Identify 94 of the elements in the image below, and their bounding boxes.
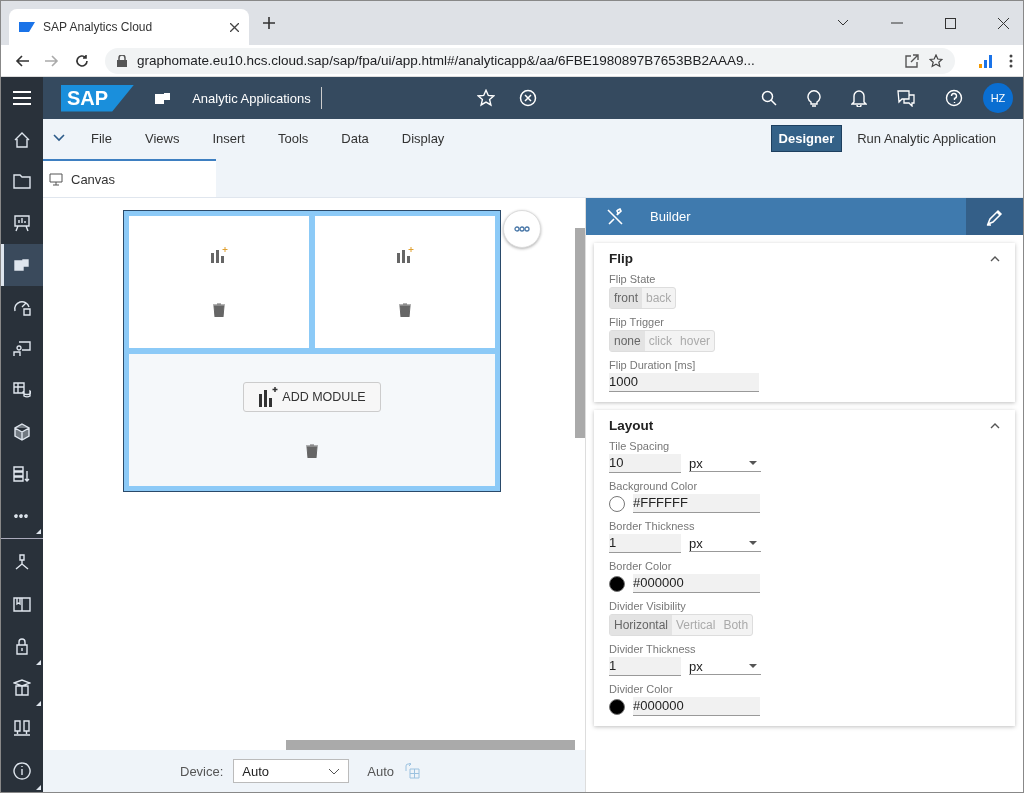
favorite-star-icon[interactable] — [476, 89, 495, 107]
segment-option[interactable]: none — [610, 331, 645, 351]
menu-icon[interactable] — [1009, 53, 1013, 68]
section-title: Flip — [609, 251, 633, 266]
close-icon[interactable] — [998, 17, 1009, 29]
chat-icon[interactable] — [897, 89, 915, 107]
dropdown-arrow-icon — [749, 541, 757, 545]
input-field[interactable]: #FFFFFF — [633, 494, 760, 513]
field-label: Border Thickness — [609, 520, 696, 532]
add-module-button[interactable]: ADD MODULE — [243, 382, 381, 412]
url-text: graphomate.eu10.hcs.cloud.sap/sap/fpa/ui/app.html#/analyticapp&/aa/6FBE1980897B7653BB2AAA9... — [137, 53, 755, 68]
search-icon[interactable] — [761, 90, 777, 106]
field-label: Flip Duration [ms] — [609, 359, 697, 371]
tools-icon — [606, 207, 624, 226]
new-tab-icon[interactable] — [263, 17, 275, 29]
app-nav-icon[interactable] — [1, 244, 43, 286]
add-chart-icon — [258, 387, 279, 407]
reload-icon[interactable] — [75, 53, 89, 68]
color-swatch[interactable] — [609, 495, 625, 512]
bookmark-star-icon[interactable] — [929, 53, 943, 68]
color-swatch[interactable] — [609, 698, 625, 715]
builder-header: Builder — [586, 198, 966, 235]
dropdown-arrow-icon — [749, 664, 757, 668]
back-arrow-icon[interactable] — [15, 54, 29, 67]
unit-dropdown[interactable]: px — [689, 535, 761, 552]
cloud-logo-icon — [19, 22, 35, 32]
dropdown-arrow-icon — [749, 461, 757, 465]
chevron-icon[interactable] — [990, 255, 1000, 262]
menu-item[interactable]: File — [91, 130, 112, 146]
trash-icon[interactable] — [213, 303, 225, 317]
input-field[interactable]: #000000 — [633, 574, 760, 593]
menu-item[interactable]: Insert — [212, 130, 245, 146]
monitor-icon — [49, 172, 63, 186]
field-label: Flip Trigger — [609, 316, 666, 328]
share-icon[interactable] — [905, 53, 919, 68]
chevron-down-icon — [328, 767, 341, 775]
menu-item[interactable]: Views — [144, 130, 180, 146]
input-field[interactable]: 10 — [609, 454, 681, 473]
device-label: Device: — [180, 763, 224, 779]
trash-icon[interactable] — [399, 303, 411, 317]
browser-tab[interactable]: SAP Analytics Cloud — [9, 9, 249, 45]
menu-item[interactable]: Data — [341, 130, 369, 146]
field-label: Divider Visibility — [609, 600, 687, 612]
styling-tab[interactable] — [966, 198, 1023, 235]
trash-icon[interactable] — [306, 444, 318, 458]
bell-icon[interactable] — [851, 89, 867, 107]
scrollbar[interactable] — [575, 228, 585, 438]
input-field[interactable]: 1 — [609, 534, 681, 553]
tile[interactable] — [315, 216, 495, 348]
section-title: Layout — [609, 418, 654, 433]
field-label: Divider Color — [609, 683, 674, 695]
menu-item[interactable]: Tools — [277, 130, 309, 146]
unit-dropdown[interactable]: px — [689, 455, 761, 472]
help-icon[interactable] — [945, 89, 963, 107]
device-dropdown[interactable]: Auto — [233, 759, 350, 783]
segment-option[interactable]: Horizontal — [610, 615, 673, 635]
unit-dropdown[interactable]: px — [689, 658, 761, 675]
close-icon[interactable] — [230, 22, 239, 32]
field-label: Background Color — [609, 480, 699, 492]
mode-button[interactable]: Run Analytic Application — [850, 125, 1003, 151]
tile-container[interactable]: ADD MODULE — [123, 210, 501, 492]
lock-icon — [117, 54, 127, 67]
add-chart-icon[interactable] — [210, 247, 228, 263]
more-options-button[interactable] — [503, 210, 541, 248]
address-bar[interactable]: graphomate.eu10.hcs.cloud.sap/sap/fpa/ui/app.html#/analyticapp&/aa/6FBE1980897B7653BB2AAA9... — [105, 47, 955, 74]
canvas-tab[interactable]: Canvas — [43, 159, 216, 197]
lightbulb-icon[interactable] — [807, 89, 821, 107]
user-avatar[interactable]: HZ — [983, 83, 1013, 113]
tile[interactable] — [129, 216, 309, 348]
tab-title: SAP Analytics Cloud — [43, 20, 154, 34]
segment-option[interactable]: front — [610, 288, 642, 308]
auto-label: Auto — [367, 763, 395, 779]
field-label: Tile Spacing — [609, 440, 671, 452]
field-label: Border Color — [609, 560, 673, 572]
add-chart-icon[interactable] — [396, 247, 414, 263]
chevron-down-icon[interactable] — [53, 134, 65, 142]
input-field[interactable]: #000000 — [633, 697, 760, 716]
input-field[interactable]: 1 — [609, 657, 681, 676]
input-field[interactable]: 1000 — [609, 373, 759, 392]
app-title: Analytic Applications — [192, 90, 311, 106]
sap-logo[interactable]: SAP — [61, 84, 135, 112]
bar-chart-icon[interactable] — [979, 53, 993, 68]
scrollbar[interactable] — [286, 740, 575, 750]
maximize-icon[interactable] — [945, 17, 956, 29]
chevron-icon[interactable] — [990, 422, 1000, 429]
tile[interactable]: ADD MODULE — [129, 354, 495, 486]
mode-button[interactable]: Designer — [770, 124, 843, 152]
more-icon — [514, 226, 530, 232]
field-label: Divider Thickness — [609, 643, 697, 655]
close-circle-icon[interactable] — [518, 89, 537, 107]
menu-item[interactable]: Display — [401, 130, 445, 146]
chevron-down-icon[interactable] — [837, 19, 849, 27]
color-swatch[interactable] — [609, 575, 625, 592]
field-label: Flip State — [609, 273, 657, 285]
